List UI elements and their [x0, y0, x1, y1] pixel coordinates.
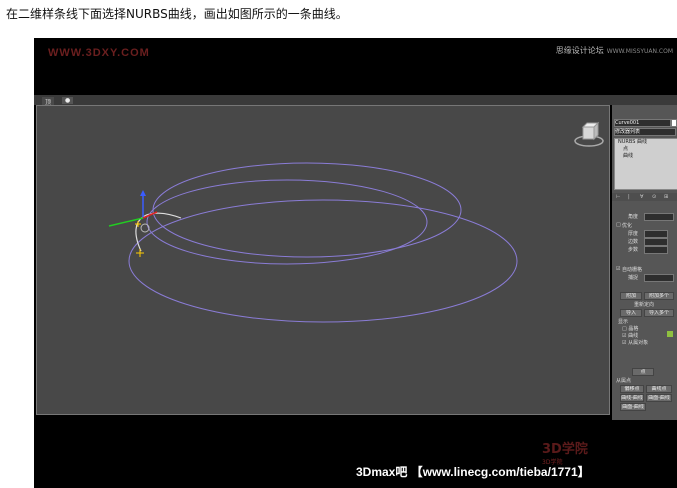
- stack-controls: ⊢ | ∀ ⊙ ⊞: [612, 193, 677, 201]
- dependents-label: 从属对象: [628, 340, 649, 346]
- angle-field[interactable]: [644, 213, 674, 221]
- show-end-result-icon[interactable]: |: [628, 194, 630, 200]
- curve-curve-button[interactable]: 曲线-曲线: [620, 394, 644, 402]
- make-unique-icon[interactable]: ∀: [640, 194, 643, 200]
- object-color-swatch[interactable]: [671, 119, 677, 127]
- modifier-list-dropdown[interactable]: 修改器列表: [614, 128, 676, 136]
- app-screenshot: WWW.3DXY.COM 思缘设计论坛WWW.MISSYUAN.COM 顶 ●: [34, 38, 677, 488]
- watermark-left: WWW.3DXY.COM: [48, 47, 150, 59]
- reorient-label[interactable]: 重新定向: [634, 301, 654, 308]
- attach-button[interactable]: 附加: [620, 292, 642, 300]
- logo-3d-academy-title: 3D学院: [542, 442, 588, 457]
- footer-caption: 3Dmax吧 【www.linecg.com/tieba/1771】: [356, 465, 590, 479]
- offset-point-button[interactable]: 偏移点: [620, 385, 644, 393]
- sides-label: 边数: [628, 239, 639, 245]
- watermark-right-title: 思缘设计论坛: [555, 46, 604, 55]
- snap-label: 捕捉: [628, 275, 639, 281]
- steps-label: 步数: [628, 247, 639, 253]
- curves-checkbox[interactable]: ☑ 曲线: [622, 332, 638, 339]
- gizmo-z-arrow: [140, 190, 146, 196]
- create-points-rollout: 点 从属点 偏移点 曲线点 曲线-曲线 曲面-曲线 曲面-曲线: [612, 367, 677, 417]
- watermark-right-site: WWW.MISSYUAN.COM: [606, 48, 673, 55]
- import-multiple-button[interactable]: 导入多个: [644, 309, 674, 317]
- logo-3d-academy: 3D学院 3D学院: [542, 438, 588, 466]
- remove-modifier-icon[interactable]: ⊙: [652, 194, 656, 200]
- nurbs-creation-toolbox-icon[interactable]: [667, 331, 673, 337]
- pin-stack-icon[interactable]: ⊢: [616, 194, 620, 200]
- attach-multiple-button[interactable]: 附加多个: [644, 292, 674, 300]
- nurbs-curve-inner[interactable]: [146, 179, 428, 265]
- display-label: 显示: [618, 319, 629, 325]
- thickness-field[interactable]: [644, 230, 668, 238]
- import-button[interactable]: 导入: [620, 309, 642, 317]
- object-name-field[interactable]: Curve001: [614, 119, 671, 127]
- adaptive-checkbox[interactable]: □: [616, 222, 621, 228]
- dependents-checkbox[interactable]: ☑ 从属对象: [622, 339, 648, 346]
- thickness-label: 厚度: [628, 231, 639, 237]
- viewport-toolbar: [34, 95, 677, 105]
- viewport-canvas: [108, 121, 604, 323]
- angle-label: 角度: [628, 214, 639, 220]
- stack-item-point[interactable]: 点: [615, 146, 677, 153]
- viewport-top[interactable]: [36, 105, 610, 415]
- rendering-rollout: 角度 □ 优化 厚度 边数 步数 ☑ 自动栅格 捕捉: [612, 210, 677, 282]
- stack-item-curve[interactable]: 曲线: [615, 153, 677, 160]
- instruction-text: 在二维样条线下面选择NURBS曲线，画出如图所示的一条曲线。: [6, 7, 348, 21]
- dependent-points-label: 从属点: [616, 378, 632, 384]
- general-rollout: 附加 附加多个 重新定向 导入 导入多个 显示 □ 晶格 ☑ 曲线 ☑ 从属对象: [612, 291, 677, 348]
- nurbs-curve-outer-top[interactable]: [152, 162, 462, 258]
- curve-point-button[interactable]: 曲线点: [646, 385, 672, 393]
- adaptive-label: 优化: [622, 223, 633, 229]
- point-button[interactable]: 点: [632, 368, 654, 376]
- view-cube-icon[interactable]: [574, 121, 604, 147]
- auto-grid-checkbox[interactable]: ☑: [616, 266, 620, 272]
- snap-field[interactable]: [644, 274, 674, 282]
- surf-curve-button[interactable]: 曲面-曲线: [646, 394, 672, 402]
- stack-item-nurbs[interactable]: NURBS 曲线: [615, 139, 677, 146]
- first-vertex-marker: [136, 249, 144, 257]
- surf-curve-button-2[interactable]: 曲面-曲线: [620, 403, 646, 411]
- lattices-checkbox[interactable]: □ 晶格: [622, 325, 638, 332]
- modifier-stack[interactable]: NURBS 曲线 点 曲线: [614, 138, 677, 190]
- viewport-shading-button[interactable]: ●: [62, 97, 74, 104]
- sides-field[interactable]: [644, 238, 668, 246]
- auto-grid-label: 自动栅格: [622, 267, 643, 273]
- configure-sets-icon[interactable]: ⊞: [664, 194, 668, 200]
- pivot-circle: [140, 223, 150, 233]
- watermark-right: 思缘设计论坛 WWW.MISSYUAN.COM: [556, 45, 673, 56]
- steps-field[interactable]: [644, 246, 668, 254]
- curve-approx-rollout-header[interactable]: 曲线近似: [34, 62, 677, 86]
